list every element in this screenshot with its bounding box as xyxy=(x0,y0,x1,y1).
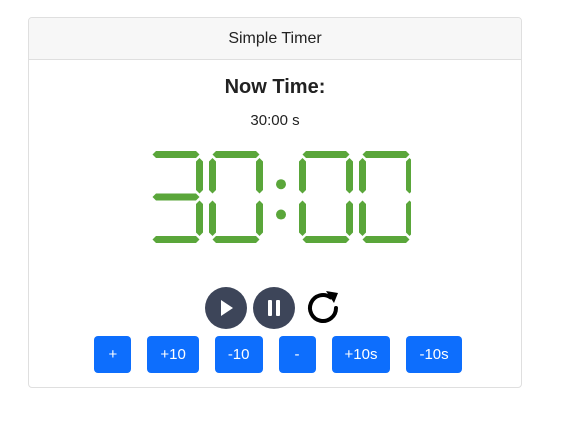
pause-button[interactable] xyxy=(253,287,295,329)
card-title: Simple Timer xyxy=(228,29,322,47)
segment-e xyxy=(359,200,366,236)
reset-button[interactable] xyxy=(301,286,345,330)
display-digit-3 xyxy=(359,151,411,243)
segment-c xyxy=(406,200,411,236)
segment-c xyxy=(346,200,353,236)
segment-b xyxy=(256,158,263,194)
now-time-heading: Now Time: xyxy=(224,76,326,98)
segment-g xyxy=(152,193,200,201)
segment-c xyxy=(196,200,203,236)
segment-e xyxy=(299,200,306,236)
colon-dot xyxy=(276,209,286,220)
timer-card: Simple Timer Now Time: 30:00 s + +10 -10 xyxy=(28,17,522,388)
segment-f xyxy=(359,158,366,194)
segment-d xyxy=(362,236,410,243)
add-10-button[interactable]: +10 xyxy=(147,336,199,373)
pause-icon xyxy=(268,300,280,316)
segment-a xyxy=(362,151,410,158)
segment-c xyxy=(256,200,263,236)
adjust-buttons-row: + +10 -10 - +10s -10s xyxy=(29,336,521,373)
add-10s-button[interactable]: +10s xyxy=(331,336,391,373)
subtract-10-button[interactable]: -10 xyxy=(214,336,263,373)
decrement-button[interactable]: - xyxy=(278,336,316,373)
card-header: Simple Timer xyxy=(29,18,521,60)
playback-controls xyxy=(29,286,521,330)
play-icon xyxy=(221,300,233,316)
subtract-10s-button[interactable]: -10s xyxy=(406,336,462,373)
display-digit-0 xyxy=(152,151,203,243)
segment-b xyxy=(346,158,353,194)
segment-a xyxy=(212,151,260,158)
play-button[interactable] xyxy=(205,287,247,329)
seven-segment-display xyxy=(152,151,411,243)
colon-dot xyxy=(276,179,286,190)
time-readout: 30:00 s xyxy=(250,112,300,129)
segment-f xyxy=(209,158,216,194)
segment-d xyxy=(152,236,200,243)
increment-button[interactable]: + xyxy=(94,336,132,373)
display-digit-2 xyxy=(299,151,353,243)
refresh-icon xyxy=(308,291,338,324)
segment-a xyxy=(302,151,350,158)
display-digit-1 xyxy=(209,151,263,243)
segment-a xyxy=(152,151,200,158)
segment-d xyxy=(302,236,350,243)
segment-e xyxy=(209,200,216,236)
segment-b xyxy=(196,158,203,194)
segment-f xyxy=(299,158,306,194)
segment-b xyxy=(406,158,411,194)
segment-d xyxy=(212,236,260,243)
